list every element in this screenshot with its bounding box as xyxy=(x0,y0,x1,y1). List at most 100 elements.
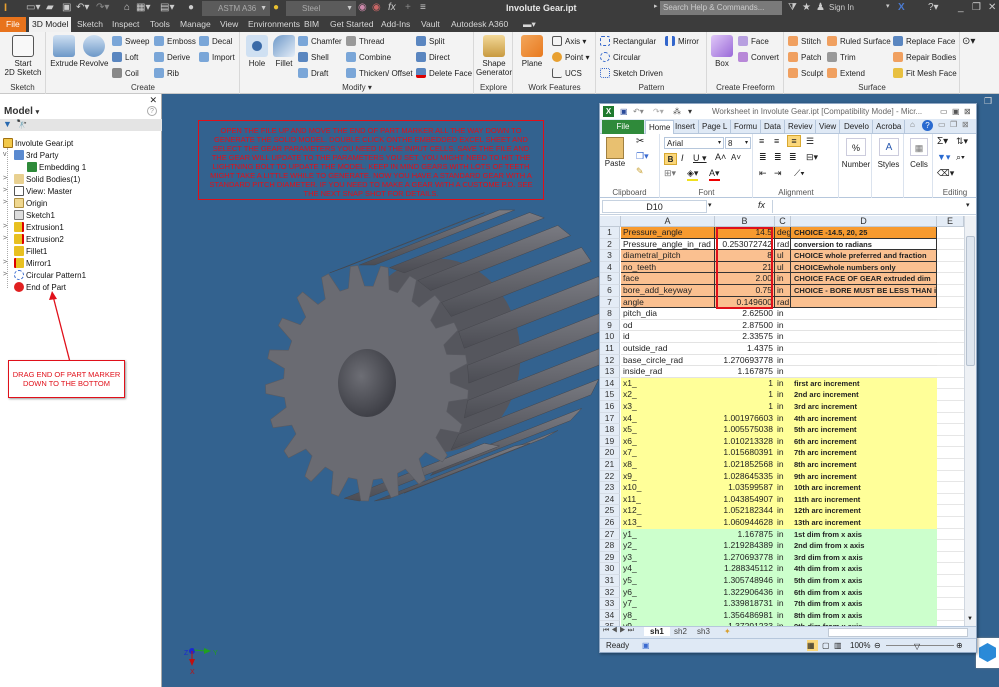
cell-a[interactable]: pitch_dia xyxy=(621,308,715,320)
cell-a[interactable]: x3_ xyxy=(621,401,715,413)
decrease-indent-icon[interactable]: ⇤ xyxy=(759,168,767,179)
cell-d[interactable]: CHOICEwhole numbers only xyxy=(791,261,937,274)
cell-d[interactable]: 10th arc increment xyxy=(791,482,937,494)
row-number[interactable]: 34 xyxy=(600,609,620,622)
cell-d[interactable]: 3rd dim from x axis xyxy=(791,551,937,564)
view-triad[interactable]: Z Y X xyxy=(180,645,230,685)
row-number[interactable]: 31 xyxy=(600,575,620,587)
org-chart-icon[interactable]: ⁂ xyxy=(673,104,681,119)
cell-a[interactable]: x12_ xyxy=(621,505,715,517)
cell-c[interactable]: in xyxy=(775,575,791,587)
combine-button[interactable]: Combine xyxy=(346,51,391,65)
tab-tools[interactable]: Tools xyxy=(147,17,173,32)
row-number[interactable]: 6 xyxy=(600,285,620,297)
cell-d[interactable] xyxy=(791,319,937,332)
viewport-restore-icon[interactable]: ❐ xyxy=(984,96,992,107)
borders-button[interactable]: ⊞▾ xyxy=(664,168,676,179)
cell-c[interactable]: in xyxy=(775,598,791,610)
undo-icon[interactable]: ↶▾ xyxy=(633,104,644,119)
cell-e[interactable] xyxy=(937,389,964,401)
font-color-button[interactable]: A▾ xyxy=(709,168,720,181)
undo-icon[interactable]: ↶▾ xyxy=(76,2,89,15)
cell-b[interactable]: 1.005575038 xyxy=(715,424,775,436)
cell-b[interactable]: 1.339818731 xyxy=(715,598,775,610)
name-box[interactable]: D10 xyxy=(602,200,707,213)
add-icon[interactable]: + xyxy=(405,2,411,15)
cell-c[interactable]: in xyxy=(775,505,791,517)
cell-e[interactable] xyxy=(937,424,964,436)
user-icon[interactable]: ♟ xyxy=(816,2,825,15)
cell-d[interactable]: 6th arc increment xyxy=(791,435,937,448)
cell-d[interactable] xyxy=(791,354,937,367)
loft-button[interactable]: Loft xyxy=(112,51,138,65)
align-top-icon[interactable]: ≡ xyxy=(759,136,764,146)
font-name-select[interactable]: Arial ▾ xyxy=(664,137,724,149)
cell-c[interactable]: in xyxy=(775,366,791,378)
cell-c[interactable]: in xyxy=(775,308,791,320)
cell-e[interactable] xyxy=(937,412,964,425)
align-bottom-icon[interactable]: ≡ xyxy=(787,135,801,147)
exchange-icon[interactable]: X xyxy=(898,2,905,15)
cell-d[interactable]: 5th arc increment xyxy=(791,424,937,436)
cell-a[interactable]: y2_ xyxy=(621,540,715,552)
minimize-icon[interactable]: _ xyxy=(958,2,964,15)
cell-a[interactable]: no_teeth xyxy=(621,261,715,274)
cell-c[interactable]: in xyxy=(775,482,791,494)
extrude-button[interactable]: Extrude xyxy=(49,35,79,68)
column-header-d[interactable]: D xyxy=(791,216,937,227)
cell-a[interactable]: inside_rad xyxy=(621,366,715,378)
cell-c[interactable]: in xyxy=(775,401,791,413)
row-number[interactable]: 19 xyxy=(600,435,620,448)
zoom-in-button[interactable]: ⊕ xyxy=(956,639,963,653)
close-panel-icon[interactable]: ✕ xyxy=(149,95,157,106)
shape-generator-button[interactable]: Shape Generator xyxy=(476,35,512,77)
cell-c[interactable]: in xyxy=(775,435,791,448)
filter-icon[interactable]: ⧩ xyxy=(788,2,797,15)
cell-b[interactable]: 2.87500 xyxy=(715,319,775,332)
cell-e[interactable] xyxy=(937,366,964,378)
cell-a[interactable]: Pressure_angle xyxy=(621,227,715,239)
cell-b[interactable]: 1.356486981 xyxy=(715,609,775,622)
row-number[interactable]: 16 xyxy=(600,401,620,413)
cell-b[interactable]: 1.021852568 xyxy=(715,459,775,471)
share-button[interactable] xyxy=(976,638,999,668)
cell-b[interactable]: 0.75 xyxy=(715,285,775,297)
search-input[interactable]: Search Help & Commands... xyxy=(660,1,782,15)
cell-e[interactable] xyxy=(937,563,964,575)
cell-c[interactable]: rad xyxy=(775,238,791,251)
cell-c[interactable]: in xyxy=(775,424,791,436)
cell-c[interactable]: ul xyxy=(775,250,791,262)
excel-tab-review[interactable]: Reviev xyxy=(785,120,817,134)
row-number[interactable]: 23 xyxy=(600,482,620,494)
cell-d[interactable] xyxy=(791,331,937,343)
coil-button[interactable]: Coil xyxy=(112,67,139,81)
cell-a[interactable]: y4_ xyxy=(621,563,715,575)
mirror-button[interactable]: Mirror xyxy=(665,35,699,49)
cell-a[interactable]: x10_ xyxy=(621,482,715,494)
favorites-star-icon[interactable]: ★ xyxy=(802,2,811,15)
row-number[interactable]: 7 xyxy=(600,296,620,309)
clear-icon[interactable]: ◉ xyxy=(372,2,381,15)
tab-autodesk-a360[interactable]: Autodesk A360 xyxy=(448,17,511,32)
cell-d[interactable] xyxy=(791,343,937,355)
cell-a[interactable]: x11_ xyxy=(621,493,715,506)
cell-b[interactable]: 2.62500 xyxy=(715,308,775,320)
clear-icon[interactable]: ⌫▾ xyxy=(937,168,954,179)
cell-d[interactable]: 9th arc increment xyxy=(791,470,937,483)
chevron-down-icon[interactable]: ▾ xyxy=(886,2,890,15)
cell-a[interactable]: y5_ xyxy=(621,575,715,587)
excel-tab-formulas[interactable]: Formu xyxy=(731,120,762,134)
cell-b[interactable]: 1.167875 xyxy=(715,528,775,541)
point-button[interactable]: Point ▾ xyxy=(552,51,589,65)
cell-d[interactable]: CHOICE - BORE MUST BE LESS THAN id xyxy=(791,285,937,297)
row-number[interactable]: 17 xyxy=(600,412,620,425)
replace-face-button[interactable]: Replace Face xyxy=(893,35,955,49)
cell-a[interactable]: angle xyxy=(621,296,715,309)
decal-button[interactable]: Decal xyxy=(199,35,232,49)
excel-tab-acrobat[interactable]: Acroba xyxy=(873,120,906,134)
excel-minimize-icon[interactable]: ▭ xyxy=(940,104,948,119)
tab-sketch[interactable]: Sketch xyxy=(74,17,106,32)
row-number[interactable]: 3 xyxy=(600,250,620,262)
cell-b[interactable]: 1 xyxy=(715,401,775,413)
cell-b[interactable]: 1 xyxy=(715,377,775,390)
